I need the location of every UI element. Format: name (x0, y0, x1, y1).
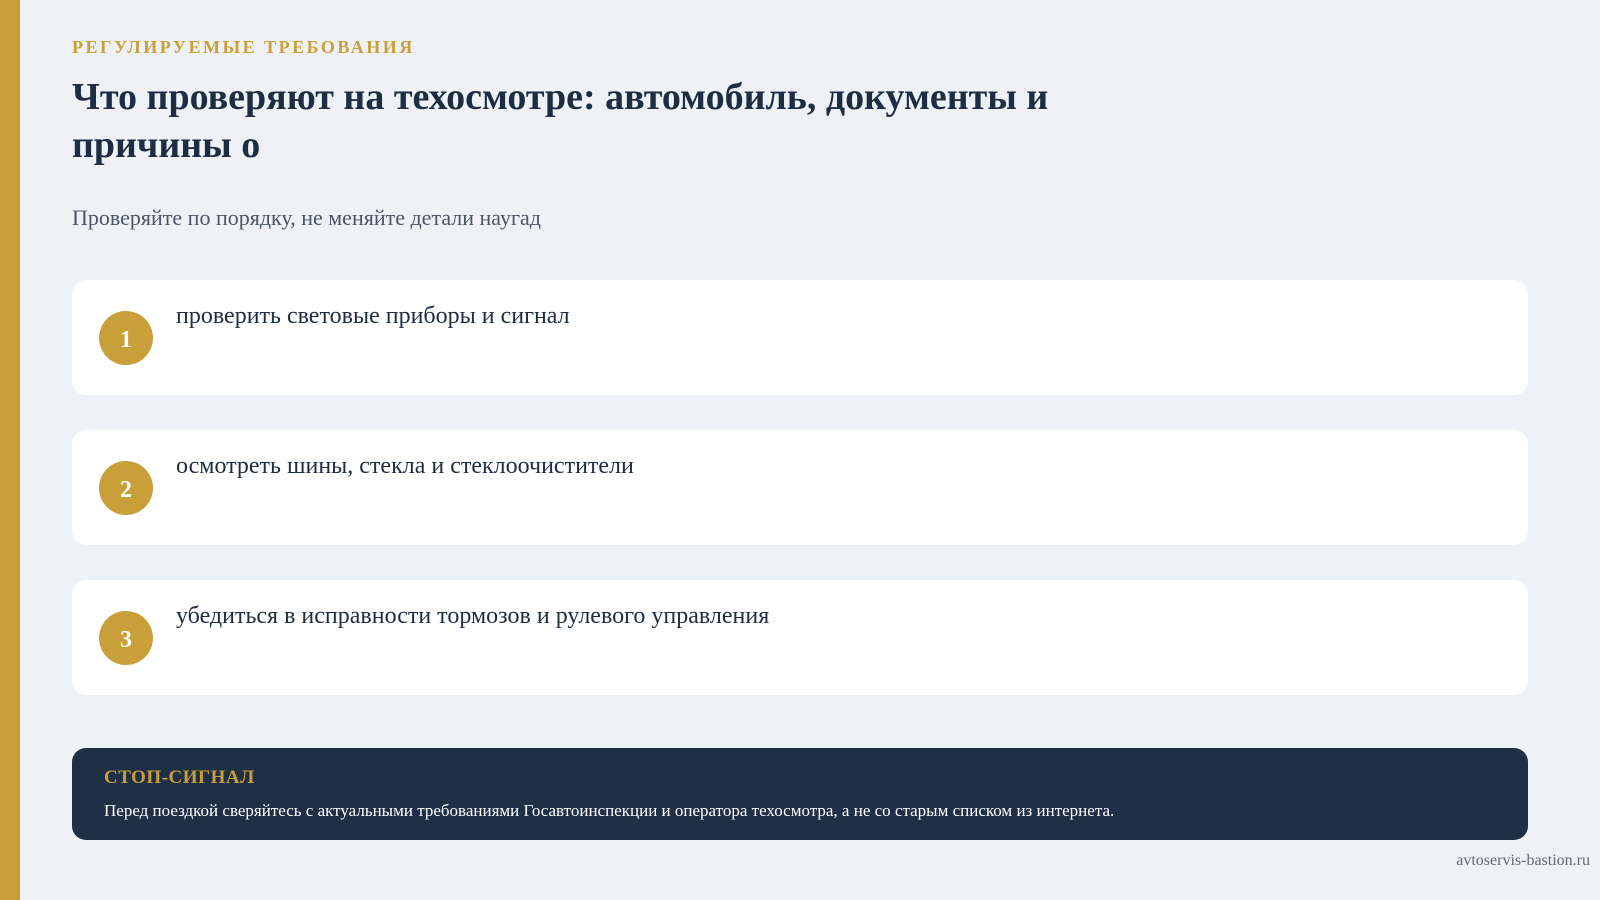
step-text: осмотреть шины, стекла и стеклоочистител… (176, 453, 634, 479)
step-number-badge: 2 (99, 461, 153, 515)
footer-site-link[interactable]: avtoservis-bastion.ru (1456, 852, 1590, 870)
step-text: проверить световые приборы и сигнал (176, 303, 570, 329)
alert-title: СТОП-СИГНАЛ (104, 767, 255, 788)
step-card-3: 3 убедиться в исправности тормозов и рул… (72, 580, 1528, 695)
alert-text: Перед поездкой сверяйтесь с актуальными … (104, 801, 1115, 820)
step-number-badge: 1 (99, 311, 153, 365)
step-text: убедиться в исправности тормозов и рулев… (176, 603, 770, 629)
step-number-badge: 3 (99, 611, 153, 665)
step-card-2: 2 осмотреть шины, стекла и стеклоочистит… (72, 430, 1528, 545)
page-title: Что проверяют на техосмотре: автомобиль,… (72, 76, 1049, 166)
left-accent-bar (0, 0, 20, 900)
section-eyebrow: РЕГУЛИРУЕМЫЕ ТРЕБОВАНИЯ (72, 37, 415, 57)
steps-list: 1 проверить световые приборы и сигнал 2 … (72, 280, 1528, 730)
stop-signal-alert: СТОП-СИГНАЛ Перед поездкой сверяйтесь с … (72, 748, 1528, 840)
page-subtitle: Проверяйте по порядку, не меняйте детали… (72, 205, 541, 230)
step-card-1: 1 проверить световые приборы и сигнал (72, 280, 1528, 395)
